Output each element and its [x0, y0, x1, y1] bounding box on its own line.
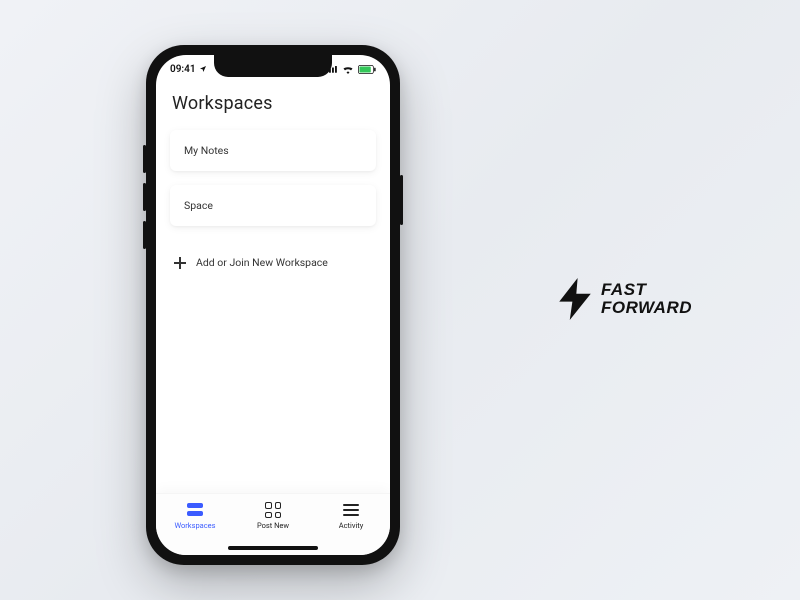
workspace-card-label: My Notes — [184, 144, 229, 157]
tab-post-new[interactable]: Post New — [238, 502, 308, 530]
workspace-card[interactable]: Space — [170, 185, 376, 226]
tab-label: Post New — [257, 521, 289, 530]
grid-icon — [265, 502, 281, 518]
page-title: Workspaces — [172, 93, 376, 114]
phone-notch — [214, 55, 332, 77]
status-bar-right — [326, 65, 376, 74]
location-arrow-icon — [199, 65, 207, 73]
brand-line-1: FAST — [601, 281, 692, 299]
status-bar-left: 09:41 — [170, 64, 207, 75]
hamburger-icon — [343, 504, 359, 516]
tab-label: Activity — [339, 521, 364, 530]
workspaces-icon — [187, 503, 203, 517]
tab-activity[interactable]: Activity — [316, 502, 386, 530]
plus-icon — [174, 257, 186, 269]
add-workspace-button[interactable]: Add or Join New Workspace — [170, 244, 376, 281]
home-indicator — [228, 546, 318, 550]
brand-text: FAST FORWARD — [601, 281, 692, 317]
phone-screen: 09:41 Workspaces My Not — [156, 55, 390, 555]
workspace-card[interactable]: My Notes — [170, 130, 376, 171]
phone-frame: 09:41 Workspaces My Not — [146, 45, 400, 565]
lightning-bolt-icon — [559, 278, 591, 320]
brand-logo: FAST FORWARD — [559, 278, 692, 320]
tab-label: Workspaces — [174, 521, 215, 530]
battery-icon — [358, 65, 376, 74]
brand-line-2: FORWARD — [601, 299, 692, 317]
wifi-icon — [342, 65, 354, 74]
tab-workspaces[interactable]: Workspaces — [160, 502, 230, 530]
workspace-card-label: Space — [184, 199, 213, 212]
screen-content: Workspaces My Notes Space Add or Join Ne… — [156, 83, 390, 493]
status-time: 09:41 — [170, 64, 196, 75]
add-workspace-label: Add or Join New Workspace — [196, 256, 328, 269]
